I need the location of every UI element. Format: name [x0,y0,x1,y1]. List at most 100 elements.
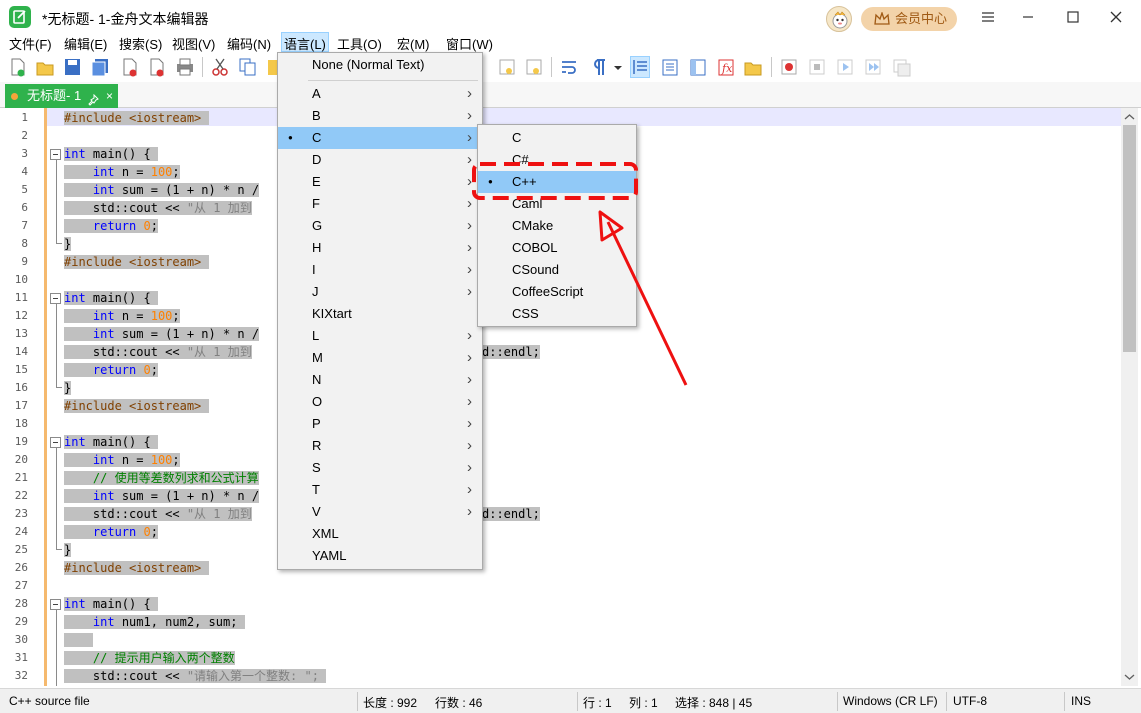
cut-icon[interactable] [210,56,230,78]
menu-encoding[interactable]: 编码(N) [225,34,273,53]
menu-item-lang-n[interactable]: N › [278,369,482,391]
menu-tools[interactable]: 工具(O) [335,34,384,53]
menu-view[interactable]: 视图(V) [170,34,217,53]
play-macro-icon[interactable] [835,56,855,78]
tab-close-icon[interactable]: × [106,84,113,108]
sync-scroll-h-icon[interactable] [524,56,544,78]
hamburger-menu-icon[interactable] [976,6,1000,28]
submenu-item-coffeescript[interactable]: CoffeeScript [478,281,636,303]
scroll-up-icon[interactable] [1121,110,1138,124]
menu-language[interactable]: 语言(L) [281,32,329,52]
submenu-arrow-icon: › [467,503,472,520]
vertical-scrollbar[interactable] [1121,108,1138,686]
menu-item-lang-m[interactable]: M › [278,347,482,369]
menu-item-lang-yaml[interactable]: YAML [278,545,482,567]
submenu-item-caml[interactable]: Caml [478,193,636,215]
menu-item-lang-xml[interactable]: XML [278,523,482,545]
submenu-item-cobol[interactable]: COBOL [478,237,636,259]
code-line: std::cout << "从 1 加到 [64,505,252,523]
print-icon[interactable] [175,56,195,78]
line-number: 32 [14,669,28,682]
dropdown-arrow-icon[interactable] [612,56,632,78]
fold-toggle-icon[interactable] [50,437,61,448]
fold-toggle-icon[interactable] [50,293,61,304]
app-logo-icon [9,6,31,28]
vip-center-button[interactable]: 会员中心 [861,7,957,31]
menu-item-lang-d[interactable]: D › [278,149,482,171]
menu-item-lang-l[interactable]: L › [278,325,482,347]
submenu-arrow-icon: › [467,481,472,498]
submenu-item-cmake[interactable]: CMake [478,215,636,237]
menu-item-lang-h[interactable]: H › [278,237,482,259]
tab-untitled-1[interactable]: 无标题- 1 × [5,84,118,108]
menu-item-lang-a[interactable]: A › [278,83,482,105]
menu-item-lang-s[interactable]: S › [278,457,482,479]
fold-toggle-icon[interactable] [50,599,61,610]
code-line: #include <iostream> [64,397,209,415]
show-all-chars-icon[interactable] [588,56,608,78]
function-list-icon[interactable]: fx [716,56,736,78]
status-insert-mode[interactable]: INS [1071,694,1091,708]
submenu-item-cpp[interactable]: ● C++ [478,171,636,193]
menu-item-lang-v[interactable]: V › [278,501,482,523]
menu-macro[interactable]: 宏(M) [395,34,432,53]
submenu-arrow-icon: › [467,459,472,476]
menu-item-lang-e[interactable]: E › [278,171,482,193]
scroll-down-icon[interactable] [1121,670,1138,684]
scrollbar-thumb[interactable] [1123,125,1136,352]
minimize-icon[interactable] [1016,6,1040,28]
maximize-icon[interactable] [1061,6,1085,28]
menu-item-lang-i[interactable]: I › [278,259,482,281]
open-file-icon[interactable] [35,56,55,78]
user-avatar[interactable] [826,6,852,32]
menu-item-lang-p[interactable]: P › [278,413,482,435]
fold-end [56,549,62,550]
fold-toggle-icon[interactable] [50,149,61,160]
line-number: 12 [14,309,28,322]
menu-item-lang-f[interactable]: F › [278,193,482,215]
run-macro-multiple-icon[interactable] [863,56,883,78]
line-number: 9 [21,255,28,268]
submenu-item-csharp[interactable]: C# [478,149,636,171]
close-all-icon[interactable] [147,56,167,78]
menu-item-lang-r[interactable]: R › [278,435,482,457]
menu-window[interactable]: 窗口(W) [444,34,495,53]
menu-item-label: None (Normal Text) [312,57,425,72]
status-encoding[interactable]: UTF-8 [953,694,987,708]
new-file-icon[interactable] [8,56,28,78]
copy-icon[interactable] [238,56,258,78]
menu-item-lang-g[interactable]: G › [278,215,482,237]
menu-file[interactable]: 文件(F) [7,34,54,53]
word-wrap-icon[interactable] [559,56,579,78]
doc-map-icon[interactable] [660,56,680,78]
sync-scroll-v-icon[interactable] [497,56,517,78]
save-macro-icon[interactable] [891,56,911,78]
close-file-icon[interactable] [120,56,140,78]
record-macro-icon[interactable] [779,56,799,78]
status-eol[interactable]: Windows (CR LF) [843,694,938,708]
doc-list-icon[interactable] [688,56,708,78]
line-number: 18 [14,417,28,430]
close-icon[interactable] [1104,6,1128,28]
menu-item-lang-o[interactable]: O › [278,391,482,413]
menu-item-lang-b[interactable]: B › [278,105,482,127]
submenu-item-csound[interactable]: CSound [478,259,636,281]
menu-item-label: N [312,372,322,387]
toolbar-separator [202,57,203,77]
menu-item-none-normal-text[interactable]: None (Normal Text) [278,54,482,76]
submenu-item-c[interactable]: C [478,127,636,149]
line-number: 4 [21,165,28,178]
menu-item-lang-c[interactable]: ● C › [278,127,482,149]
save-icon[interactable] [62,56,82,78]
menu-item-lang-t[interactable]: T › [278,479,482,501]
folder-workspace-icon[interactable] [743,56,763,78]
menu-edit[interactable]: 编辑(E) [62,34,109,53]
save-all-icon[interactable] [90,56,110,78]
code-line-tail: d::endl; [482,507,540,521]
indent-guide-icon[interactable] [630,56,650,78]
submenu-item-css[interactable]: CSS [478,303,636,325]
stop-macro-icon[interactable] [807,56,827,78]
menu-item-lang-kixtart[interactable]: KIXtart [278,303,482,325]
menu-search[interactable]: 搜索(S) [117,34,164,53]
menu-item-lang-j[interactable]: J › [278,281,482,303]
